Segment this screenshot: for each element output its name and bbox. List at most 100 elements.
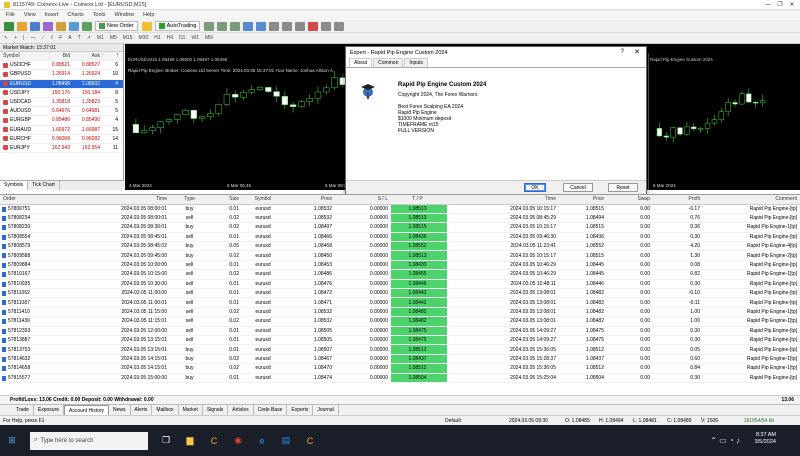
market-watch-row[interactable]: USDJPY 150.176 150.184 8 <box>0 89 123 98</box>
table-row[interactable]: 57811062 2024.03.05 11:00:00 sell 0.01 eurus… <box>0 288 800 299</box>
market-watch-row[interactable]: USDCAD 1.35818 1.35823 5 <box>0 98 123 108</box>
tab-symbols[interactable]: Symbols <box>0 181 29 190</box>
column-header[interactable]: Comment <box>703 195 800 205</box>
tab-inputs[interactable]: Inputs <box>404 58 428 67</box>
table-row[interactable]: 57812393 2024.03.05 12:00:00 sell 0.01 eurus… <box>0 326 800 336</box>
table-row[interactable]: 57813703 2024.03.05 13:15:01 buy 0.01 eurusd… <box>0 344 800 355</box>
table-row[interactable]: 57800751 2024.03.05 08:00:01 buy 0.01 eurusd… <box>0 204 800 214</box>
text-icon[interactable]: A <box>68 35 71 41</box>
file-explorer-icon[interactable]: ▆ <box>180 431 200 451</box>
column-header[interactable]: Price <box>287 195 335 205</box>
menu-view[interactable]: View <box>24 12 36 18</box>
market-watch-row[interactable]: GBPUSD 1.26914 1.26924 10 <box>0 70 123 80</box>
terminal-tab[interactable]: Exposure <box>34 405 65 415</box>
metaeditor-icon[interactable] <box>141 21 152 31</box>
column-header[interactable]: T / P <box>391 195 447 205</box>
terminal-icon[interactable] <box>69 21 79 31</box>
tf-h1[interactable]: H1 <box>154 35 160 41</box>
table-row[interactable]: 57815577 2024.03.05 15:00:00 buy 0.01 eurusd… <box>0 373 800 383</box>
arrows-icon[interactable]: ↗ <box>87 35 91 41</box>
tf-d1[interactable]: D1 <box>179 35 185 41</box>
channel-icon[interactable]: ⫽ <box>51 35 53 41</box>
tab-tick-chart[interactable]: Tick Chart <box>28 181 60 190</box>
market-watch-row[interactable]: EURGBP 0.85486 0.85490 4 <box>0 116 123 126</box>
tester-icon[interactable] <box>82 21 92 31</box>
table-row[interactable]: 57808554 2024.03.05 08:45:01 sell 0.01 eurus… <box>0 232 800 243</box>
table-row[interactable]: 57808230 2024.03.05 08:30:01 buy 0.02 eurusd… <box>0 222 800 233</box>
column-header[interactable]: Time <box>70 195 170 205</box>
bar-chart-icon[interactable] <box>204 21 215 31</box>
metatrader-icon-2[interactable]: C <box>300 431 320 451</box>
help-button[interactable]: ? <box>621 49 624 55</box>
tf-mn[interactable]: MN <box>205 35 213 41</box>
fibo-icon[interactable]: F <box>59 35 62 41</box>
data-window-icon[interactable] <box>43 21 53 31</box>
autotrading-button[interactable]: AutoTrading <box>154 21 201 31</box>
column-symbol[interactable]: Symbol <box>0 53 38 59</box>
system-tray-icons[interactable]: ⌃ ▭ ◔ ♪ <box>710 436 740 445</box>
column-header[interactable]: Time <box>447 195 559 205</box>
table-row[interactable]: 57810935 2024.03.05 10:30:00 sell 0.01 eurus… <box>0 279 800 290</box>
table-row[interactable]: 57814632 2024.03.05 14:15:01 buy 0.02 eurusd… <box>0 354 800 365</box>
maximize-button[interactable]: ❐ <box>774 0 786 10</box>
menu-file[interactable]: File <box>6 12 15 18</box>
table-row[interactable]: 57808579 2024.03.05 08:45:02 buy 0.05 eurusd… <box>0 241 800 252</box>
templates-icon[interactable] <box>334 21 345 31</box>
table-row[interactable]: 57811430 2024.03.05 11:15:01 sell 0.02 eurus… <box>0 316 800 327</box>
column-header[interactable]: Price <box>559 195 607 205</box>
chrome-icon[interactable]: ◉ <box>228 431 248 451</box>
zoom-out-icon[interactable] <box>256 21 267 31</box>
candlestick-icon[interactable] <box>217 21 228 31</box>
menu-tools[interactable]: Tools <box>93 12 106 18</box>
periods-icon[interactable] <box>321 21 332 31</box>
table-row[interactable]: 57814658 2024.03.05 14:15:01 buy 0.02 eurusd… <box>0 363 800 374</box>
terminal-tab[interactable]: Journal <box>313 405 339 415</box>
column-header[interactable]: Size <box>212 195 242 205</box>
new-chart-icon[interactable] <box>4 21 14 31</box>
terminal-tab[interactable]: Mailbox <box>152 405 179 415</box>
candlestick-chart-2[interactable]: 5 Mar 2024 <box>649 53 800 190</box>
navigator-icon[interactable] <box>56 21 66 31</box>
column-spread[interactable]: ! <box>100 53 120 59</box>
store-icon[interactable]: ▤ <box>276 431 296 451</box>
dialog-close-button[interactable]: ✕ <box>634 48 640 56</box>
cancel-button[interactable]: Cancel <box>563 183 593 192</box>
crosshair-icon[interactable]: + <box>14 35 17 41</box>
tf-w1[interactable]: W1 <box>191 35 199 41</box>
market-watch-row[interactable]: EURUSD 1.08498 1.08502 4 <box>0 79 123 89</box>
terminal-tab[interactable]: Alerts <box>131 405 153 415</box>
indicators-icon[interactable] <box>308 21 319 31</box>
tf-h4[interactable]: H4 <box>167 35 173 41</box>
market-watch-row[interactable]: EURAUD 1.66972 1.66987 15 <box>0 126 123 135</box>
cursor-icon[interactable]: ↖ <box>4 35 8 41</box>
terminal-tab[interactable]: Code Base <box>254 405 288 415</box>
column-header[interactable]: Symbol <box>242 195 287 205</box>
chart-window-2[interactable]: 5 Mar 2024 <box>648 53 800 190</box>
zoom-in-icon[interactable] <box>243 21 254 31</box>
chart-shift-icon[interactable] <box>295 21 306 31</box>
vertical-line-icon[interactable]: | <box>23 35 24 41</box>
terminal-tab[interactable]: Account History <box>64 404 110 416</box>
trendline-icon[interactable]: ⟋ <box>41 35 45 41</box>
minimize-button[interactable]: — <box>762 0 774 10</box>
autoscroll-icon[interactable] <box>282 21 293 31</box>
reset-button[interactable]: Reset <box>608 183 638 192</box>
tile-windows-icon[interactable] <box>269 21 280 31</box>
column-header[interactable]: Order <box>0 195 70 205</box>
menu-insert[interactable]: Insert <box>45 12 59 18</box>
new-order-button[interactable]: New Order <box>95 21 138 31</box>
market-watch-row[interactable]: EURCHF 0.96068 0.96082 14 <box>0 135 123 144</box>
menu-charts[interactable]: Charts <box>67 12 83 18</box>
edge-icon[interactable]: e <box>252 431 272 451</box>
market-watch-icon[interactable] <box>30 21 40 31</box>
table-row[interactable]: 57808234 2024.03.05 08:00:01 sell 0.02 eurus… <box>0 213 800 224</box>
terminal-tab[interactable]: Experts <box>287 405 314 415</box>
table-row[interactable]: 57809588 2024.03.05 09:45:00 buy 0.02 eurusd… <box>0 250 800 261</box>
terminal-tab[interactable]: Articles <box>228 405 254 415</box>
profiles-icon[interactable] <box>17 21 27 31</box>
windows-start-icon[interactable]: ⊞ <box>2 431 22 451</box>
line-chart-icon[interactable] <box>230 21 241 31</box>
tab-common[interactable]: Common <box>373 58 404 67</box>
taskbar-clock[interactable]: 8:37 AM 3/5/2024 <box>755 432 776 446</box>
column-header[interactable]: Type <box>170 195 212 205</box>
